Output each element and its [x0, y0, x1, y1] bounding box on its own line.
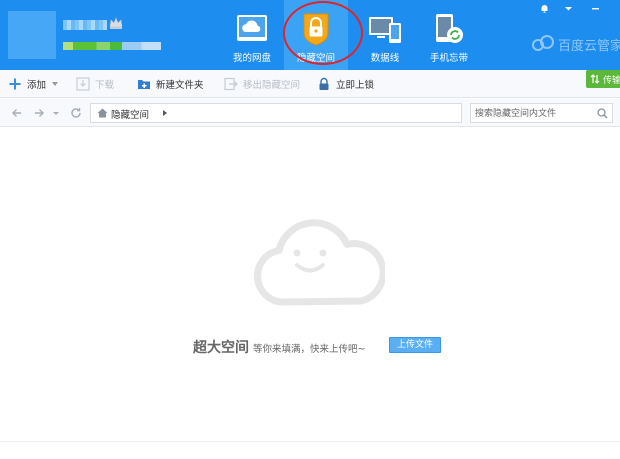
devices-icon: [369, 17, 401, 43]
baidu-cloud-logo-icon: [532, 35, 554, 51]
notification-button[interactable]: [533, 0, 557, 16]
menu-button[interactable]: [557, 0, 581, 16]
search-icon[interactable]: [597, 108, 608, 119]
menu-icon: [565, 7, 572, 11]
breadcrumb-item-hidden-space[interactable]: 隐藏空间: [111, 107, 149, 121]
cloud-drive-icon: [237, 15, 267, 41]
search-input[interactable]: [475, 106, 593, 121]
nav-label: 数据线: [370, 53, 400, 64]
nav-label: 手机忘带: [429, 53, 468, 64]
status-bar: [0, 441, 620, 459]
lock-icon: [319, 77, 329, 90]
empty-cloud-icon: [254, 219, 385, 306]
chevron-down-icon: [52, 82, 59, 86]
phone-sync-icon: [436, 14, 463, 43]
username-blurred[interactable]: [63, 20, 107, 30]
avatar[interactable]: [8, 11, 56, 59]
upload-file-button[interactable]: 上传文件: [389, 337, 441, 353]
new-folder-button[interactable]: 新建文件夹: [137, 70, 204, 98]
crown-icon[interactable]: [109, 16, 123, 30]
lock-now-label: 立即上锁: [336, 80, 375, 91]
empty-subtitle: 等你来填满，快来上传吧~: [253, 344, 366, 355]
empty-title: 超大空间: [193, 340, 249, 356]
download-button[interactable]: 下载: [76, 70, 114, 98]
move-out-label: 移出隐藏空间: [243, 80, 301, 91]
highlight-ring: [283, 1, 363, 65]
forward-arrow-icon[interactable]: [33, 107, 45, 119]
file-list-area: 超大空间 等你来填满，快来上传吧~ 上传文件: [0, 128, 620, 441]
nav-label: 我的网盘: [232, 53, 271, 64]
address-bar: 隐藏空间: [0, 99, 620, 127]
brand-logo: 百度云管家: [530, 33, 620, 54]
plus-icon: [9, 78, 21, 90]
new-folder-icon: [138, 80, 150, 89]
nav-phone-forgotten[interactable]: 手机忘带: [417, 0, 481, 70]
move-out-button[interactable]: 移出隐藏空间: [224, 70, 300, 98]
nav-my-drive[interactable]: 我的网盘: [220, 0, 284, 70]
lock-now-button[interactable]: 立即上锁: [317, 70, 374, 98]
add-button[interactable]: 添加: [8, 70, 59, 98]
search-box: [470, 103, 613, 123]
baidu-cloud-window: 我的网盘 隐藏空间 数据线 手机忘带 百度云管家 添加 下载 新建文件夹 移出隐…: [0, 0, 620, 459]
add-label: 添加: [27, 80, 47, 91]
transfer-button[interactable]: 传输: [586, 70, 620, 88]
download-label: 下载: [95, 80, 115, 91]
refresh-icon[interactable]: [70, 107, 82, 119]
transfer-label: 传输: [603, 75, 620, 86]
back-arrow-icon[interactable]: [11, 107, 23, 119]
minimize-icon: [592, 8, 599, 10]
new-folder-label: 新建文件夹: [156, 80, 204, 91]
top-header: 我的网盘 隐藏空间 数据线 手机忘带 百度云管家: [0, 0, 620, 70]
breadcrumb[interactable]: 隐藏空间: [90, 103, 462, 123]
minimize-button[interactable]: [584, 0, 608, 16]
bell-icon: [541, 5, 548, 13]
user-info: [63, 15, 163, 55]
brand-name: 百度云管家: [558, 39, 620, 54]
empty-message: 超大空间 等你来填满，快来上传吧~: [193, 337, 365, 357]
move-out-icon: [224, 77, 238, 91]
download-icon: [76, 77, 90, 91]
quota-bar: [63, 42, 161, 50]
home-icon[interactable]: [97, 108, 108, 118]
chevron-right-icon[interactable]: [163, 110, 167, 116]
toolbar: 添加 下载 新建文件夹 移出隐藏空间 立即上锁: [0, 70, 620, 98]
history-dropdown-icon[interactable]: [52, 107, 60, 119]
transfer-icon: [590, 74, 600, 84]
